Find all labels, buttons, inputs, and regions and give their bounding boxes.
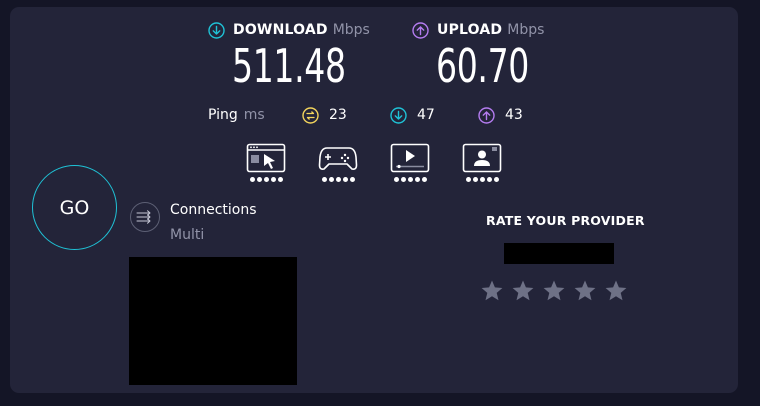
connections-title: Connections	[170, 202, 257, 218]
rating-dot	[407, 177, 413, 182]
rating-dot	[349, 177, 355, 182]
download-arrow-icon	[208, 21, 225, 39]
rating-dot	[249, 177, 255, 182]
rating-dot	[321, 177, 327, 182]
download-header: DOWNLOAD Mbps	[208, 20, 370, 40]
provider-name-redacted	[504, 243, 614, 264]
star-icon[interactable]	[573, 279, 597, 303]
star-icon[interactable]	[604, 279, 628, 303]
video-streaming-icon	[390, 143, 430, 173]
video-chat-icon	[462, 143, 502, 173]
rating-dot	[263, 177, 269, 182]
download-latency-value: 47	[417, 107, 435, 123]
video-streaming-rating	[390, 177, 430, 182]
download-latency-icon	[390, 106, 407, 124]
connections-button[interactable]	[130, 202, 160, 232]
ping-label: Ping	[208, 107, 238, 123]
app-gaming[interactable]	[318, 143, 358, 185]
upload-speed-value: 60.70	[436, 39, 530, 93]
rating-dot	[256, 177, 262, 182]
rating-dot	[472, 177, 478, 182]
upload-arrow-icon	[412, 21, 429, 39]
rating-dot	[328, 177, 334, 182]
video-chat-rating	[462, 177, 502, 182]
rating-dot	[486, 177, 492, 182]
app-web-browsing[interactable]	[246, 143, 286, 185]
gaming-icon	[318, 147, 358, 170]
connections-value: Multi	[170, 227, 205, 243]
idle-latency-value: 23	[329, 107, 347, 123]
upload-latency-icon	[478, 106, 495, 124]
download-latency[interactable]: 47	[390, 105, 435, 125]
download-label: DOWNLOAD	[233, 22, 328, 38]
go-button[interactable]: GO	[32, 165, 117, 250]
star-icon[interactable]	[480, 279, 504, 303]
rate-provider-title: RATE YOUR PROVIDER	[486, 213, 645, 228]
multi-connection-icon	[136, 210, 151, 224]
upload-latency[interactable]: 43	[478, 105, 523, 125]
rating-dot	[277, 177, 283, 182]
ping-header: Ping ms	[208, 105, 265, 125]
app-video-chat[interactable]	[462, 143, 502, 185]
upload-label: UPLOAD	[437, 22, 503, 38]
web-browsing-rating	[246, 177, 286, 182]
idle-latency-icon	[302, 106, 319, 124]
ping-unit: ms	[243, 107, 265, 123]
rating-dot	[393, 177, 399, 182]
redacted-ad-area	[129, 257, 297, 385]
rating-dot	[270, 177, 276, 182]
download-unit: Mbps	[332, 22, 370, 38]
rating-dot	[465, 177, 471, 182]
results-panel	[10, 7, 738, 393]
star-icon[interactable]	[511, 279, 535, 303]
gaming-rating	[318, 177, 358, 182]
download-speed-value: 511.48	[232, 39, 346, 93]
rating-dot	[414, 177, 420, 182]
upload-unit: Mbps	[507, 22, 545, 38]
rating-dot	[342, 177, 348, 182]
star-icon[interactable]	[542, 279, 566, 303]
idle-latency[interactable]: 23	[302, 105, 347, 125]
rating-dot	[421, 177, 427, 182]
web-browsing-icon	[246, 143, 286, 173]
upload-latency-value: 43	[505, 107, 523, 123]
rating-dot	[335, 177, 341, 182]
rating-dot	[479, 177, 485, 182]
provider-star-rating	[480, 279, 628, 303]
upload-header: UPLOAD Mbps	[412, 20, 544, 40]
rating-dot	[493, 177, 499, 182]
rating-dot	[400, 177, 406, 182]
app-video-streaming[interactable]	[390, 143, 430, 185]
